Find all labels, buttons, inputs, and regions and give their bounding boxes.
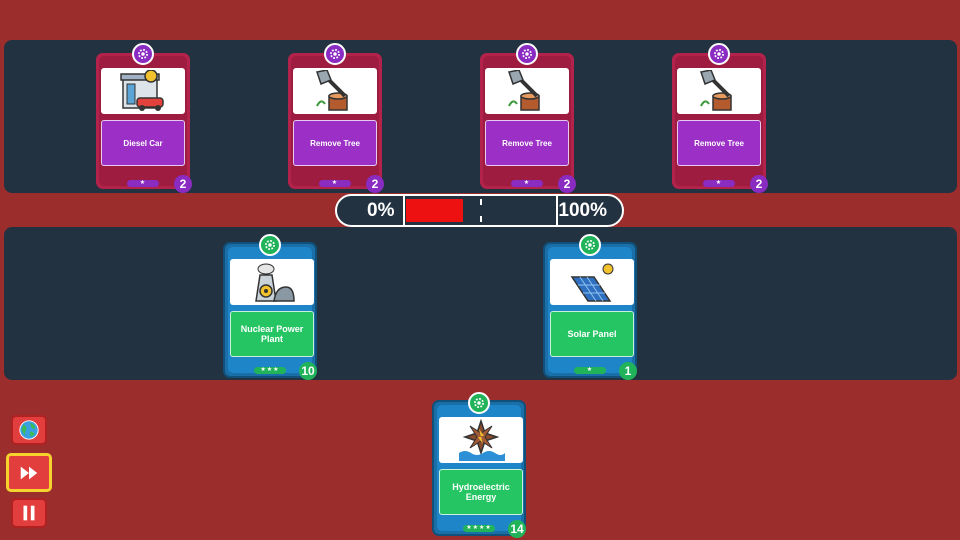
card-title: Solar Panel bbox=[550, 311, 634, 357]
gear-icon[interactable] bbox=[259, 234, 281, 256]
card-title: Remove Tree bbox=[293, 120, 377, 166]
gear-icon[interactable] bbox=[579, 234, 601, 256]
card-count: 14 bbox=[508, 520, 526, 538]
player-lane bbox=[4, 227, 957, 380]
card-title: Remove Tree bbox=[485, 120, 569, 166]
card-stars: ★ bbox=[511, 180, 543, 187]
hydro-turbine-icon bbox=[439, 417, 523, 463]
progress-divider bbox=[403, 196, 405, 225]
player-card-solar-panel[interactable]: Solar Panel ★ 1 bbox=[543, 234, 637, 380]
card-title: Diesel Car bbox=[101, 120, 185, 166]
card-stars: ★ bbox=[574, 367, 606, 374]
progress-fill bbox=[406, 199, 463, 222]
globe-icon bbox=[19, 420, 39, 440]
progress-track bbox=[406, 199, 556, 222]
pause-button[interactable] bbox=[11, 498, 47, 528]
nuclear-plant-icon bbox=[230, 259, 314, 305]
progress-max-label: 100% bbox=[558, 200, 607, 221]
gear-icon[interactable] bbox=[708, 43, 730, 65]
fast-forward-button[interactable] bbox=[6, 453, 52, 492]
gear-icon[interactable] bbox=[468, 392, 490, 414]
card-count: 2 bbox=[558, 175, 576, 193]
axe-stump-icon bbox=[293, 68, 377, 114]
fast-forward-icon bbox=[20, 466, 38, 479]
diesel-car-icon bbox=[101, 68, 185, 114]
progress-min-label: 0% bbox=[367, 200, 395, 221]
globe-button[interactable] bbox=[11, 415, 47, 445]
enemy-card-remove-tree[interactable]: Remove Tree ★ 2 bbox=[672, 43, 768, 193]
card-count: 1 bbox=[619, 362, 637, 380]
card-stars: ★ bbox=[703, 180, 735, 187]
gear-icon[interactable] bbox=[132, 43, 154, 65]
card-stars: ★ bbox=[319, 180, 351, 187]
hand-card-hydroelectric-energy[interactable]: Hydroelectric Energy ★★★★ 14 bbox=[432, 392, 526, 538]
card-title: Hydroelectric Energy bbox=[439, 469, 523, 515]
enemy-card-remove-tree[interactable]: Remove Tree ★ 2 bbox=[480, 43, 576, 193]
axe-stump-icon bbox=[677, 68, 761, 114]
player-card-nuclear-power-plant[interactable]: Nuclear Power Plant ★★★ 10 bbox=[223, 234, 317, 380]
card-count: 2 bbox=[174, 175, 192, 193]
gear-icon[interactable] bbox=[516, 43, 538, 65]
progress-midpoint bbox=[480, 199, 482, 222]
card-title: Nuclear Power Plant bbox=[230, 311, 314, 357]
card-stars: ★★★ bbox=[254, 367, 286, 374]
card-count: 10 bbox=[299, 362, 317, 380]
solar-panel-icon bbox=[550, 259, 634, 305]
card-count: 2 bbox=[366, 175, 384, 193]
enemy-card-diesel-car[interactable]: Diesel Car ★ 2 bbox=[96, 43, 192, 193]
axe-stump-icon bbox=[485, 68, 569, 114]
card-stars: ★ bbox=[127, 180, 159, 187]
gear-icon[interactable] bbox=[324, 43, 346, 65]
pause-icon bbox=[23, 505, 35, 521]
balance-progress-bar: 0% 100% bbox=[335, 194, 624, 227]
card-count: 2 bbox=[750, 175, 768, 193]
card-stars: ★★★★ bbox=[463, 525, 495, 532]
card-title: Remove Tree bbox=[677, 120, 761, 166]
enemy-card-remove-tree[interactable]: Remove Tree ★ 2 bbox=[288, 43, 384, 193]
